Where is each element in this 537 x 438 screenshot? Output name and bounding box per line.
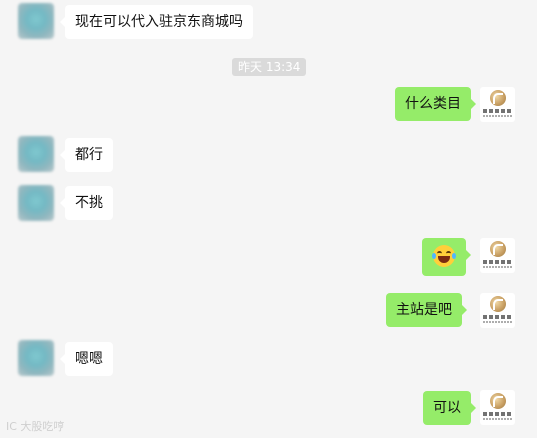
contact-avatar[interactable] xyxy=(18,136,54,172)
outgoing-message[interactable]: 主站是吧 xyxy=(386,293,467,327)
face-with-tears-of-joy-icon xyxy=(432,245,456,267)
message-text: 主站是吧 xyxy=(396,302,452,318)
contact-avatar[interactable] xyxy=(18,3,54,39)
self-avatar[interactable] xyxy=(480,390,515,425)
message-text: 嗯嗯 xyxy=(75,351,103,367)
outgoing-message[interactable]: 可以 xyxy=(423,391,476,425)
message-text: 不挑 xyxy=(75,195,103,211)
message-text: 什么类目 xyxy=(405,96,461,112)
incoming-message[interactable]: 嗯嗯 xyxy=(60,342,113,376)
message-text: 都行 xyxy=(75,147,103,163)
timestamp-label: 昨天 13:34 xyxy=(232,58,307,76)
self-avatar[interactable] xyxy=(480,293,515,328)
outgoing-emoji-message[interactable] xyxy=(422,238,471,276)
contact-avatar[interactable] xyxy=(18,340,54,376)
self-avatar[interactable] xyxy=(480,87,515,122)
incoming-message[interactable]: 都行 xyxy=(60,138,113,172)
self-avatar[interactable] xyxy=(480,238,515,273)
chat-area: 现在可以代入驻京东商城吗 昨天 13:34 什么类目 都行 不挑 主站是吧 嗯嗯… xyxy=(0,0,537,438)
message-text: 可以 xyxy=(433,400,461,416)
message-text: 现在可以代入驻京东商城吗 xyxy=(75,14,243,30)
contact-avatar[interactable] xyxy=(18,185,54,221)
watermark: IC 大股吃哼 xyxy=(6,420,65,433)
incoming-message[interactable]: 现在可以代入驻京东商城吗 xyxy=(60,5,253,39)
incoming-message[interactable]: 不挑 xyxy=(60,186,113,220)
outgoing-message[interactable]: 什么类目 xyxy=(395,87,476,121)
